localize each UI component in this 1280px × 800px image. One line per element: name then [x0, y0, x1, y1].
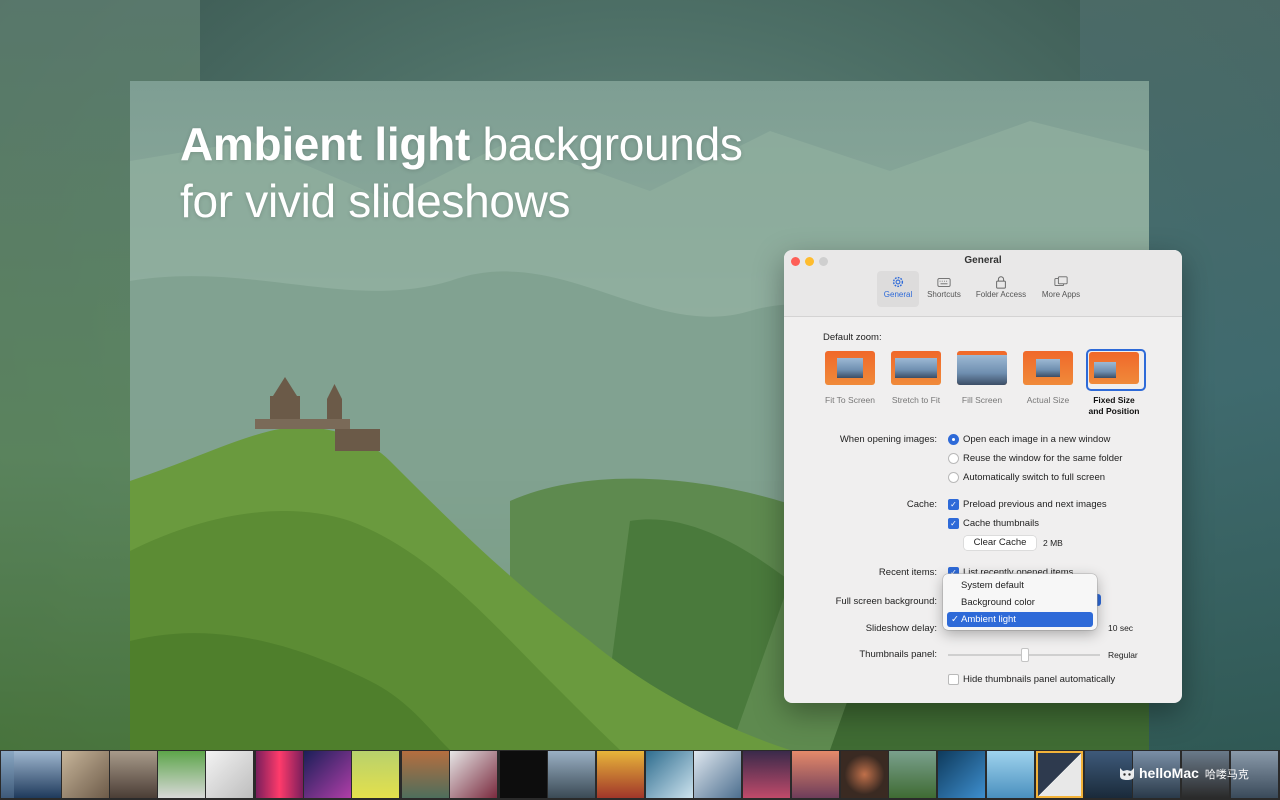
- windows-icon: [1054, 276, 1068, 286]
- clear-cache-button[interactable]: Clear Cache: [964, 536, 1036, 550]
- menu-item-ambient-light[interactable]: ✓ Ambient light: [947, 612, 1093, 627]
- thumbnail-selected[interactable]: [1036, 751, 1083, 798]
- window-titlebar: General General Shortcuts Folder Access: [784, 250, 1182, 317]
- tab-shortcuts-label: Shortcuts: [927, 290, 961, 299]
- headline-line2: for vivid slideshows: [180, 175, 571, 227]
- thumbnail[interactable]: [14, 751, 61, 798]
- checkbox-preload-label: Preload previous and next images: [963, 499, 1107, 510]
- thumbnail[interactable]: [987, 751, 1034, 798]
- menu-item-system-default[interactable]: System default: [947, 578, 1093, 593]
- tab-folder-access[interactable]: Folder Access: [971, 271, 1031, 307]
- slideshow-delay-value: 10 sec: [1108, 623, 1134, 633]
- headline: Ambient light backgrounds for vivid slid…: [180, 116, 743, 230]
- radio-reuse-window[interactable]: [948, 453, 959, 464]
- thumbnail[interactable]: [646, 751, 693, 798]
- thumbnail[interactable]: [450, 751, 497, 798]
- tab-more-apps-label: More Apps: [1041, 290, 1081, 299]
- thumbnails-panel-value: Regular: [1108, 650, 1138, 660]
- radio-full-screen-label: Automatically switch to full screen: [963, 472, 1106, 483]
- radio-new-window-label: Open each image in a new window: [963, 434, 1111, 445]
- headline-bold: Ambient light: [180, 118, 470, 170]
- recent-items-label: Recent items:: [878, 567, 937, 578]
- thumbnail[interactable]: [792, 751, 839, 798]
- thumbnail[interactable]: [352, 751, 399, 798]
- thumbnail[interactable]: [304, 751, 351, 798]
- cache-label: Cache:: [906, 499, 937, 510]
- thumbnail[interactable]: [889, 751, 936, 798]
- zoom-stretch-to-fit[interactable]: [891, 351, 941, 385]
- watermark-brand: helloMac: [1139, 765, 1199, 781]
- thumbnail[interactable]: [597, 751, 644, 798]
- thumbnail[interactable]: [694, 751, 741, 798]
- radio-reuse-window-label: Reuse the window for the same folder: [963, 453, 1123, 464]
- checkbox-hide-thumbnails-label: Hide thumbnails panel automatically: [963, 674, 1116, 685]
- radio-new-window[interactable]: [948, 434, 959, 445]
- gear-icon: [892, 276, 904, 288]
- hellomac-logo-icon: [1120, 768, 1134, 780]
- radio-full-screen[interactable]: [948, 472, 959, 483]
- checkbox-cache-thumbnails[interactable]: ✓: [948, 518, 959, 529]
- checkbox-hide-thumbnails[interactable]: [948, 674, 959, 685]
- menu-item-background-color[interactable]: Background color: [947, 595, 1093, 610]
- default-zoom-label: Default zoom:: [823, 332, 882, 343]
- checkbox-cache-thumbnails-label: Cache thumbnails: [963, 518, 1040, 529]
- thumbnail[interactable]: [402, 751, 449, 798]
- thumbnail[interactable]: [110, 751, 157, 798]
- thumbnail[interactable]: [500, 751, 547, 798]
- keyboard-icon: [937, 278, 951, 287]
- tab-general-label: General: [883, 290, 913, 299]
- lock-icon: [996, 276, 1006, 289]
- thumbnail[interactable]: [743, 751, 790, 798]
- thumbnail[interactable]: [206, 751, 253, 798]
- zoom-caption: Stretch to Fit: [891, 395, 941, 405]
- fullscreen-background-label: Full screen background:: [835, 596, 937, 607]
- preferences-window: General General Shortcuts Folder Access: [784, 250, 1182, 703]
- thumbnail[interactable]: [938, 751, 985, 798]
- headline-rest: backgrounds: [469, 118, 743, 170]
- opening-images-label: When opening images:: [839, 434, 937, 445]
- tab-general[interactable]: General: [877, 271, 919, 307]
- zoom-fixed-size[interactable]: [1089, 352, 1139, 384]
- zoom-caption: Actual Size: [1026, 395, 1070, 405]
- zoom-fit-to-screen[interactable]: [825, 351, 875, 385]
- thumbnail[interactable]: [62, 751, 109, 798]
- cache-size: 2 MB: [1043, 538, 1063, 548]
- fullscreen-background-menu: System default Background color ✓ Ambien…: [943, 574, 1097, 630]
- checkmark-icon: ✓: [951, 614, 959, 625]
- slideshow-delay-label: Slideshow delay:: [865, 623, 937, 634]
- tab-shortcuts[interactable]: Shortcuts: [922, 271, 966, 307]
- thumbnail[interactable]: [256, 751, 303, 798]
- checkbox-preload[interactable]: ✓: [948, 499, 959, 510]
- thumbnail-filmstrip: [0, 750, 1280, 800]
- menu-item-ambient-light-label: Ambient light: [961, 614, 1016, 625]
- zoom-caption-selected: Fixed Size and Position: [1088, 395, 1140, 416]
- thumbnails-slider-knob[interactable]: [1021, 648, 1029, 662]
- tab-folder-access-label: Folder Access: [975, 290, 1027, 299]
- thumbnail[interactable]: [548, 751, 595, 798]
- thumbnail[interactable]: [841, 751, 888, 798]
- tab-more-apps[interactable]: More Apps: [1037, 271, 1085, 307]
- zoom-caption: Fill Screen: [961, 395, 1003, 405]
- zoom-caption: Fit To Screen: [825, 395, 875, 405]
- zoom-fill-screen[interactable]: [957, 351, 1007, 385]
- watermark: helloMac 哈喽马克: [1118, 765, 1249, 782]
- watermark-cn: 哈喽马克: [1204, 769, 1249, 781]
- thumbnails-panel-label: Thumbnails panel:: [859, 649, 937, 660]
- zoom-actual-size[interactable]: [1023, 351, 1073, 385]
- thumbnail[interactable]: [158, 751, 205, 798]
- window-title: General: [964, 255, 1002, 266]
